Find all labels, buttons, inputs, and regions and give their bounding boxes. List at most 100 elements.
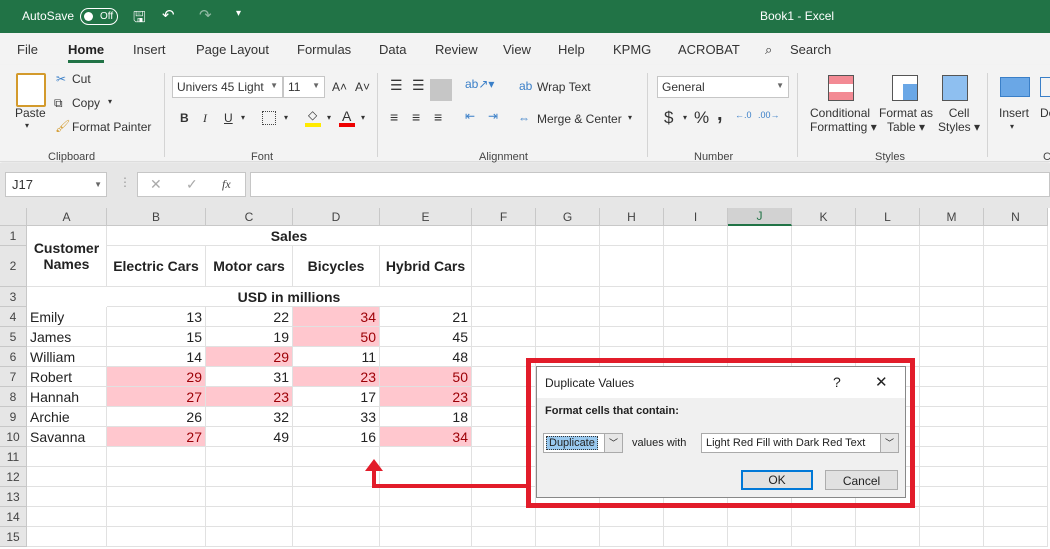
cell[interactable] [472,226,536,246]
column-header-G[interactable]: G [536,208,600,226]
value-cell[interactable]: 22 [206,307,293,327]
column-header-E[interactable]: E [380,208,472,226]
cell[interactable] [856,327,920,347]
paste-icon[interactable] [16,73,46,107]
cell[interactable] [600,226,664,246]
customer-name-cell[interactable]: James [27,327,107,347]
customer-name-cell[interactable]: Savanna [27,427,107,447]
cell[interactable] [472,527,536,547]
cell[interactable] [107,447,206,467]
column-title-cell[interactable]: Electric Cars [107,246,206,287]
tab-view[interactable]: View [503,42,531,57]
customer-name-cell[interactable]: William [27,347,107,367]
cell[interactable] [380,507,472,527]
cell[interactable] [984,307,1048,327]
row-header-6[interactable]: 6 [0,347,27,367]
cell[interactable] [27,507,107,527]
cell[interactable] [984,487,1048,507]
cell[interactable] [728,246,792,287]
row-header-5[interactable]: 5 [0,327,27,347]
customer-name-cell[interactable]: Archie [27,407,107,427]
cell[interactable] [472,287,536,307]
cell[interactable] [920,347,984,367]
column-title-cell[interactable]: Hybrid Cars [380,246,472,287]
cell[interactable] [536,226,600,246]
duplicate-type-select[interactable]: Duplicate ﹀ [543,433,623,453]
value-cell[interactable]: 19 [206,327,293,347]
undo-icon[interactable]: ↶ [162,6,175,24]
cell[interactable] [664,287,728,307]
cell[interactable] [728,327,792,347]
cell[interactable] [536,246,600,287]
duplicate-value-cell[interactable]: 23 [206,387,293,407]
value-cell[interactable]: 11 [293,347,380,367]
duplicate-value-cell[interactable]: 34 [380,427,472,447]
cancel-button[interactable]: Cancel [825,470,898,490]
customer-names-header[interactable]: Customer Names [27,226,107,287]
cell[interactable] [920,287,984,307]
value-cell[interactable]: 14 [107,347,206,367]
orientation-icon[interactable]: ab↗▾ [465,77,494,91]
tab-formulas[interactable]: Formulas [297,42,351,57]
cell[interactable] [728,307,792,327]
cell[interactable] [920,307,984,327]
cell[interactable] [920,507,984,527]
duplicate-value-cell[interactable]: 23 [293,367,380,387]
tab-file[interactable]: File [17,42,38,57]
cell[interactable] [664,507,728,527]
bottom-align-icon[interactable] [430,79,452,101]
row-header-10[interactable]: 10 [0,427,27,447]
cell[interactable] [792,307,856,327]
cell[interactable] [293,527,380,547]
decrease-decimal-icon[interactable]: .00→ [758,110,780,120]
cell[interactable] [984,327,1048,347]
cell[interactable] [600,327,664,347]
drag-handle[interactable]: ⋮ [119,175,131,189]
column-header-N[interactable]: N [984,208,1048,226]
format-style-select[interactable]: Light Red Fill with Dark Red Text ﹀ [701,433,899,453]
value-cell[interactable]: 15 [107,327,206,347]
cell[interactable] [293,507,380,527]
cell[interactable] [856,527,920,547]
cell[interactable] [984,387,1048,407]
cell[interactable] [984,447,1048,467]
row-header-9[interactable]: 9 [0,407,27,427]
cell[interactable] [792,327,856,347]
tab-review[interactable]: Review [435,42,478,57]
customize-toolbar-icon[interactable]: ▾ [236,8,241,19]
font-name-select[interactable]: Univers 45 Light ▼ [172,76,283,98]
cell[interactable] [920,367,984,387]
select-all-button[interactable] [0,208,27,226]
cell[interactable] [792,226,856,246]
middle-align-icon[interactable]: ☰ [412,77,425,94]
comma-button[interactable]: , [717,103,723,126]
name-box[interactable]: J17 ▼ [5,172,107,197]
cell[interactable] [536,507,600,527]
customer-name-cell[interactable]: Robert [27,367,107,387]
cell[interactable] [984,507,1048,527]
align-center-icon[interactable]: ≡ [412,109,420,125]
cell[interactable] [472,507,536,527]
help-button[interactable]: ? [833,374,841,390]
cell[interactable] [920,427,984,447]
paste-button[interactable]: Paste [15,106,46,120]
cell[interactable] [600,527,664,547]
cell[interactable] [27,467,107,487]
cell[interactable] [27,487,107,507]
wrap-text-button[interactable]: Wrap Text [537,80,591,94]
currency-dropdown[interactable]: ▾ [683,113,687,122]
cell[interactable] [984,246,1048,287]
autosave-toggle[interactable]: Off [80,8,118,25]
cell[interactable] [984,527,1048,547]
cell[interactable] [856,226,920,246]
cell[interactable] [664,307,728,327]
cell[interactable] [792,246,856,287]
value-cell[interactable]: 13 [107,307,206,327]
duplicate-value-cell[interactable]: 50 [380,367,472,387]
cell[interactable] [728,226,792,246]
column-title-cell[interactable]: Motor cars [206,246,293,287]
borders-dropdown[interactable]: ▾ [284,113,288,122]
underline-dropdown[interactable]: ▾ [241,113,245,122]
row-header-15[interactable]: 15 [0,527,27,547]
cell[interactable] [600,307,664,327]
